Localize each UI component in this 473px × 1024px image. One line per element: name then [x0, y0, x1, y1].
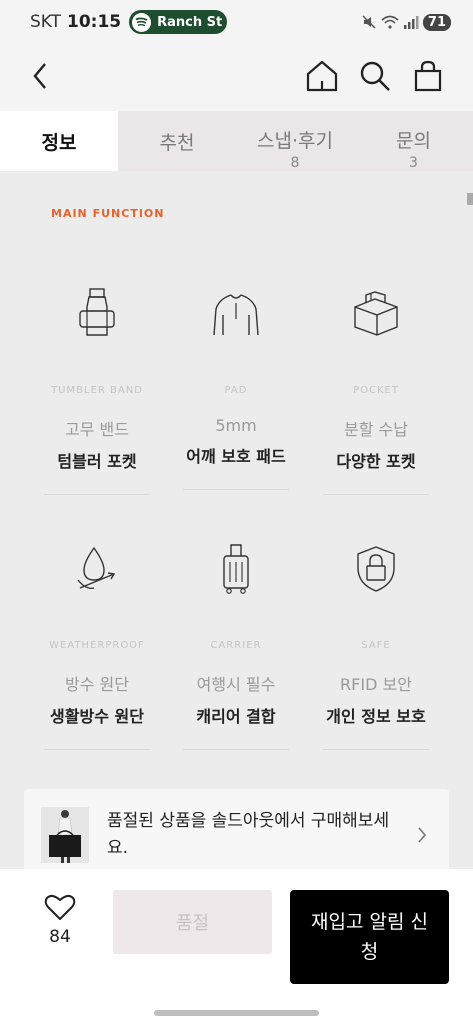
divider: [323, 749, 429, 750]
waterdrop-icon: [42, 534, 152, 604]
battery-indicator: 71: [422, 13, 451, 31]
tab-snap-review[interactable]: 스냅·후기 8: [236, 111, 354, 171]
scrollbar[interactable]: [467, 193, 473, 205]
feature-en-label: POCKET: [353, 385, 399, 396]
feature-sub-label: 고무 밴드: [65, 420, 129, 439]
feature-main-label: 어깨 보호 패드: [186, 447, 286, 466]
tab-label: 스냅·후기: [257, 129, 333, 152]
divider: [183, 749, 289, 750]
feature-en-label: WEATHERPROOF: [49, 640, 145, 651]
tab-label: 정보: [41, 131, 77, 154]
feature-sub-label: 5mm: [215, 416, 257, 435]
status-icons: 71: [361, 13, 451, 31]
banner-text: 품절된 상품을 솔드아웃에서 구매해보세요.: [107, 811, 390, 858]
feature-sub-label: 여행시 필수: [196, 675, 276, 694]
chevron-left-icon: [33, 63, 46, 89]
feature-tumbler: TUMBLER BAND 고무 밴드 텀블러 포켓: [42, 279, 152, 495]
box-icon: [321, 279, 431, 349]
tab-label: 추천: [159, 131, 195, 154]
shoulder-icon: [181, 279, 291, 349]
feature-en-label: CARRIER: [210, 640, 262, 651]
home-button[interactable]: [302, 56, 342, 96]
spotify-icon: [132, 12, 152, 32]
media-title: Ranch St: [157, 14, 223, 30]
tab-recommend[interactable]: 추천: [118, 111, 236, 171]
bottom-action-bar: 84 품절 재입고 알림 신청: [0, 869, 473, 1024]
home-indicator[interactable]: [154, 1010, 319, 1016]
feature-pocket: POCKET 분할 수납 다양한 포켓: [321, 279, 431, 495]
divider: [183, 489, 289, 490]
tumbler-icon: [42, 279, 152, 349]
signal-icon: [403, 16, 419, 29]
wifi-icon: [381, 15, 399, 29]
like-count: 84: [49, 927, 71, 947]
search-icon: [360, 61, 390, 91]
feature-sub-label: 방수 원단: [65, 675, 129, 694]
chevron-right-icon: [418, 827, 427, 843]
cart-button[interactable]: [408, 56, 448, 96]
feature-safe: SAFE RFID 보안 개인 정보 보호: [321, 534, 431, 750]
clock: 10:15: [67, 12, 122, 32]
feature-en-label: SAFE: [361, 640, 391, 651]
top-nav: [0, 44, 473, 111]
like-button[interactable]: 84: [38, 893, 82, 947]
tab-inquiry[interactable]: 문의 3: [354, 111, 473, 171]
divider: [44, 749, 150, 750]
soldout-banner[interactable]: 품절된 상품을 솔드아웃에서 구매해보세요.: [24, 789, 449, 881]
divider: [323, 494, 429, 495]
feature-main-label: 개인 정보 보호: [326, 707, 426, 726]
feature-main-label: 다양한 포켓: [336, 452, 416, 471]
home-icon: [306, 60, 338, 92]
lock-shield-icon: [321, 534, 431, 604]
product-tabs: 정보 추천 스냅·후기 8 문의 3: [0, 111, 473, 171]
tab-count: 3: [409, 154, 418, 171]
feature-en-label: PAD: [224, 385, 248, 396]
tab-info[interactable]: 정보: [0, 111, 118, 171]
soldout-button[interactable]: 품절: [113, 890, 272, 954]
divider: [44, 494, 150, 495]
feature-main-label: 텀블러 포켓: [57, 452, 137, 471]
back-button[interactable]: [20, 56, 60, 96]
tab-count: 8: [290, 154, 300, 171]
feature-en-label: TUMBLER BAND: [51, 385, 143, 396]
mute-icon: [362, 15, 376, 29]
status-bar: SKT 10:15 Ranch St 71: [0, 0, 473, 44]
feature-carrier: CARRIER 여행시 필수 캐리어 결합: [181, 534, 291, 750]
feature-pad: PAD 5mm 어깨 보호 패드: [181, 279, 291, 490]
feature-main-label: 생활방수 원단: [50, 707, 144, 726]
carrier-label: SKT: [30, 12, 62, 32]
section-title: MAIN FUNCTION: [51, 207, 165, 220]
feature-main-label: 캐리어 결합: [196, 707, 276, 726]
media-pill[interactable]: Ranch St: [129, 10, 228, 34]
product-thumbnail: [41, 807, 89, 863]
heart-icon: [44, 894, 76, 920]
shopping-bag-icon: [414, 60, 442, 92]
feature-sub-label: RFID 보안: [340, 675, 412, 694]
suitcase-icon: [181, 534, 291, 604]
tab-label: 문의: [396, 129, 431, 152]
feature-sub-label: 분할 수납: [344, 420, 408, 439]
feature-weatherproof: WEATHERPROOF 방수 원단 생활방수 원단: [42, 534, 152, 750]
restock-alert-button[interactable]: 재입고 알림 신청: [290, 890, 449, 984]
search-button[interactable]: [355, 56, 395, 96]
